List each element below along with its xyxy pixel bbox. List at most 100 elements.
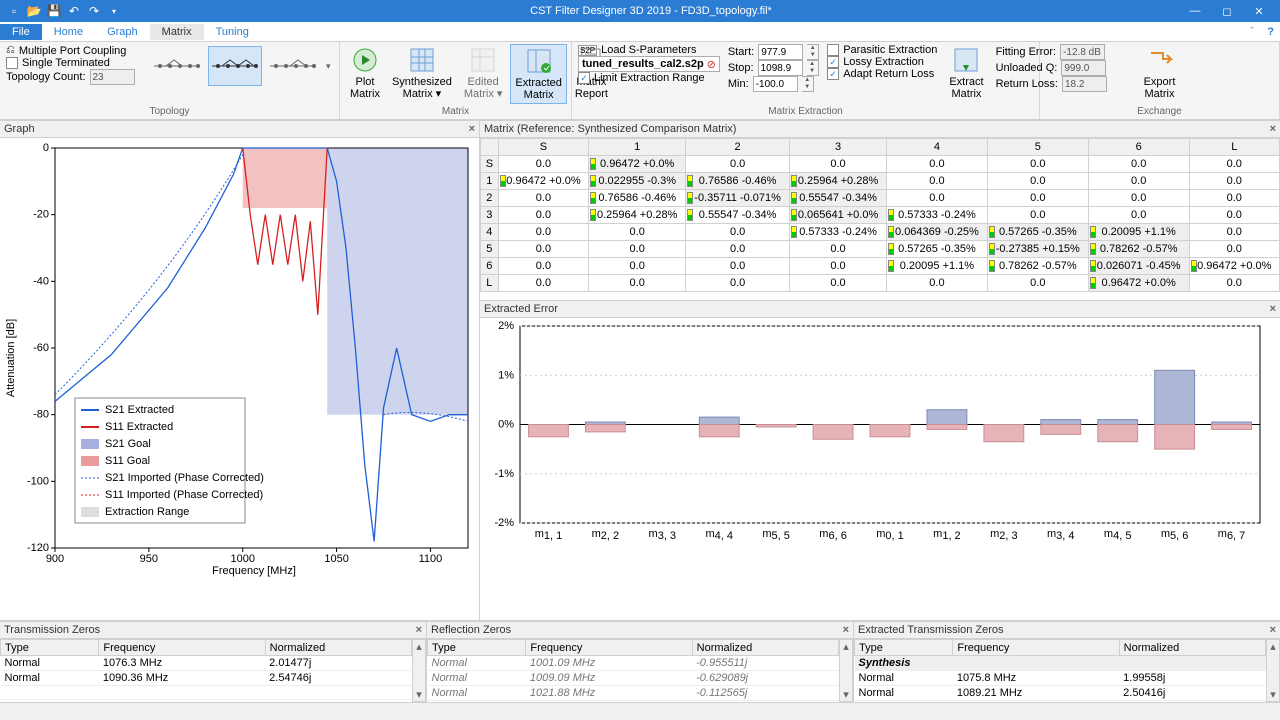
svg-text:m1, 2: m1, 2 [933, 528, 961, 542]
group-matrix-label: Matrix [346, 105, 565, 117]
svg-text:-2%: -2% [494, 517, 514, 529]
graph-close-icon[interactable]: × [469, 123, 475, 135]
edited-matrix-button[interactable]: Edited Matrix ▾ [460, 44, 507, 102]
close-button[interactable]: ✕ [1244, 5, 1274, 18]
maximize-button[interactable]: ◻ [1212, 5, 1242, 18]
single-terminated-checkbox[interactable] [6, 57, 18, 69]
limit-range-label: Limit Extraction Range [594, 72, 705, 84]
etz-table[interactable]: TypeFrequencyNormalizedSynthesisNormal10… [854, 639, 1266, 701]
min-spinner[interactable]: ▲▼ [802, 76, 814, 92]
etz-close-icon[interactable]: × [1270, 624, 1276, 636]
adapt-checkbox[interactable]: ✓ [827, 68, 839, 80]
lossy-checkbox[interactable]: ✓ [827, 56, 839, 68]
svg-text:-80: -80 [33, 409, 49, 421]
synthesized-matrix-button[interactable]: Synthesized Matrix ▾ [388, 44, 456, 102]
svg-text:m3, 4: m3, 4 [1047, 528, 1075, 542]
ribbon-tabs: File Home Graph Matrix Tuning ˆ ? [0, 22, 1280, 42]
ribbon: ⎌Multiple Port Coupling Single Terminate… [0, 42, 1280, 120]
save-icon[interactable]: 💾 [46, 3, 62, 19]
tz-pane-header: Transmission Zeros× [0, 621, 426, 639]
mpc-label: Multiple Port Coupling [19, 45, 127, 57]
tab-home[interactable]: Home [42, 24, 95, 40]
svg-text:-100: -100 [27, 475, 49, 487]
topology-more-icon[interactable]: ▾ [324, 59, 333, 74]
tz-scroll[interactable]: ▴▾ [412, 639, 426, 702]
titlebar: ▫ 📂 💾 ↶ ↷ ▾ CST Filter Designer 3D 2019 … [0, 0, 1280, 22]
matrix-table-container: S123456LS0.00.96472 +0.0%0.00.00.00.00.0… [480, 138, 1280, 300]
svg-text:m2, 3: m2, 3 [990, 528, 1018, 542]
min-field[interactable] [753, 76, 798, 92]
tab-tuning[interactable]: Tuning [204, 24, 261, 40]
graph-plot[interactable]: 9009501000105011000-20-40-60-80-100-120F… [0, 138, 479, 620]
start-spinner[interactable]: ▲▼ [807, 44, 819, 60]
svg-text:900: 900 [46, 553, 64, 565]
tab-file[interactable]: File [0, 24, 42, 40]
group-extraction-label: Matrix Extraction [578, 105, 1033, 117]
window-title: CST Filter Designer 3D 2019 - FD3D_topol… [122, 5, 1180, 17]
statusbar [0, 702, 1280, 720]
plot-matrix-button[interactable]: Plot Matrix [346, 44, 384, 102]
rz-close-icon[interactable]: × [843, 624, 849, 636]
error-close-icon[interactable]: × [1270, 303, 1276, 315]
svg-text:-20: -20 [33, 209, 49, 221]
qat-dropdown-icon[interactable]: ▾ [106, 3, 122, 19]
undo-icon[interactable]: ↶ [66, 3, 82, 19]
single-terminated-label: Single Terminated [22, 57, 110, 69]
tz-table[interactable]: TypeFrequencyNormalizedNormal1076.3 MHz2… [0, 639, 412, 700]
start-field[interactable] [758, 44, 803, 60]
load-sparams-button[interactable]: Load S-Parameters [601, 44, 696, 56]
svg-text:m6, 7: m6, 7 [1218, 528, 1246, 542]
matrix-close-icon[interactable]: × [1270, 123, 1276, 135]
svg-text:0%: 0% [498, 419, 514, 431]
error-plot[interactable]: -2%-1%0%1%2%m1, 1m2, 2m3, 3m4, 4m5, 5m6,… [480, 318, 1280, 620]
extracted-matrix-button[interactable]: Extracted Matrix [510, 44, 566, 104]
svg-text:m4, 5: m4, 5 [1104, 528, 1132, 542]
tz-close-icon[interactable]: × [416, 624, 422, 636]
rz-scroll[interactable]: ▴▾ [839, 639, 853, 702]
adapt-label: Adapt Return Loss [843, 68, 934, 80]
matrix-table[interactable]: S123456LS0.00.96472 +0.0%0.00.00.00.00.0… [480, 138, 1280, 292]
etz-scroll[interactable]: ▴▾ [1266, 639, 1280, 702]
svg-text:-40: -40 [33, 275, 49, 287]
svg-text:-120: -120 [27, 542, 49, 554]
topology-option-1[interactable] [150, 46, 204, 86]
svg-text:2%: 2% [498, 320, 514, 332]
extract-matrix-button[interactable]: Extract Matrix [945, 44, 987, 102]
svg-text:m6, 6: m6, 6 [819, 528, 847, 542]
svg-text:m0, 1: m0, 1 [876, 528, 904, 542]
collapse-ribbon-icon[interactable]: ˆ [1250, 26, 1254, 38]
minimize-button[interactable]: — [1180, 5, 1210, 18]
stop-field[interactable] [758, 60, 803, 76]
help-icon[interactable]: ? [1267, 26, 1274, 38]
stop-label: Stop: [728, 62, 754, 74]
graph-pane-header: Graph× [0, 120, 479, 138]
svg-text:950: 950 [140, 553, 158, 565]
export-matrix-button[interactable]: Export Matrix [1046, 44, 1273, 102]
open-icon[interactable]: 📂 [26, 3, 42, 19]
parasitic-label: Parasitic Extraction [843, 44, 937, 56]
svg-text:S21 Extracted: S21 Extracted [105, 404, 174, 416]
new-icon[interactable]: ▫ [6, 3, 22, 19]
topology-option-3[interactable] [266, 46, 320, 86]
parasitic-checkbox[interactable] [827, 44, 839, 56]
clear-file-icon[interactable]: ⊘ [707, 58, 716, 71]
etz-pane-header: Extracted Transmission Zeros× [854, 621, 1280, 639]
tab-graph[interactable]: Graph [95, 24, 150, 40]
stop-spinner[interactable]: ▲▼ [807, 60, 819, 76]
svg-text:1000: 1000 [230, 553, 254, 565]
limit-range-checkbox[interactable]: ✓ [578, 72, 590, 84]
svg-text:S21 Goal: S21 Goal [105, 438, 151, 450]
svg-text:m1, 1: m1, 1 [535, 528, 563, 542]
min-label: Min: [728, 78, 749, 90]
tab-matrix[interactable]: Matrix [150, 24, 204, 40]
topology-option-2[interactable] [208, 46, 262, 86]
redo-icon[interactable]: ↷ [86, 3, 102, 19]
svg-text:m2, 2: m2, 2 [592, 528, 620, 542]
sparam-file-field[interactable]: tuned_results_cal2.s2p⊘ [578, 56, 720, 72]
rz-table[interactable]: TypeFrequencyNormalizedNormal1001.09 MHz… [427, 639, 839, 701]
svg-text:m4, 4: m4, 4 [705, 528, 733, 542]
topology-count-field [90, 69, 135, 85]
svg-text:-60: -60 [33, 342, 49, 354]
svg-text:S11 Extracted: S11 Extracted [105, 421, 173, 433]
svg-text:-1%: -1% [494, 468, 514, 480]
